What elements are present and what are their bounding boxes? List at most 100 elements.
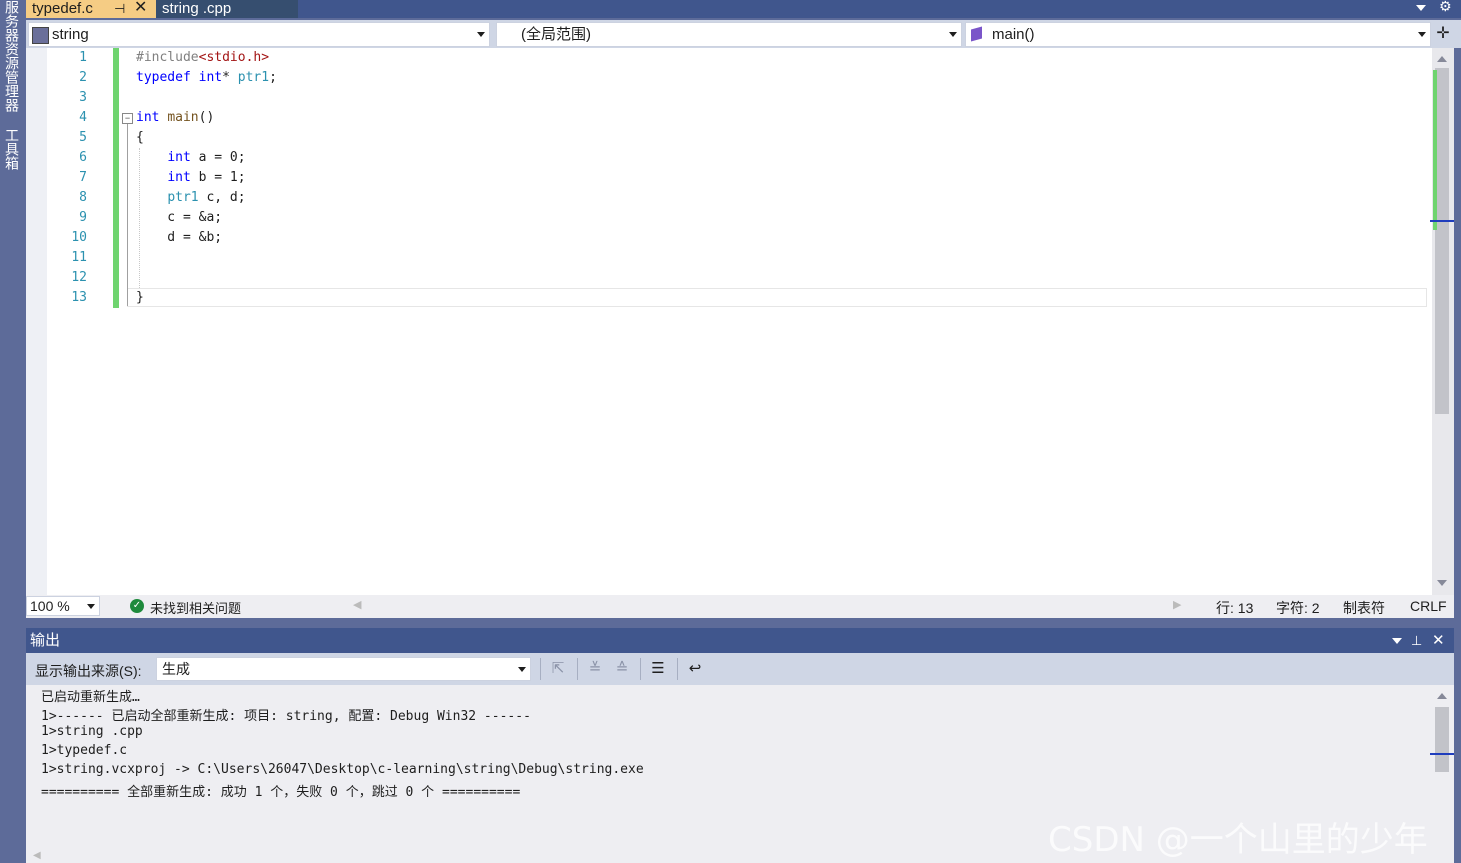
project-icon [32,27,49,44]
cube-icon [971,26,982,42]
scroll-up-arrow[interactable] [1437,693,1447,699]
code-token: int [167,150,199,165]
next-message-icon[interactable]: ≙ [612,659,632,679]
code-token: ptr1 [237,70,270,85]
scroll-left-arrow[interactable]: ◀ [33,850,41,861]
tabs-indicator[interactable]: 制表符 [1343,598,1385,618]
scroll-right-arrow[interactable]: ▶ [1173,598,1181,611]
project-dropdown[interactable]: string [28,22,490,47]
previous-message-icon[interactable]: ≚ [585,659,605,679]
output-source-dropdown[interactable]: 生成 [156,657,531,681]
scroll-up-arrow[interactable] [1437,56,1447,62]
code-token: typedef [136,70,199,85]
toolbar-separator [577,658,578,680]
outline-guide [127,124,128,306]
goto-location-icon[interactable]: ⇱ [548,659,568,679]
toolbar-separator [640,658,641,680]
chevron-down-icon [87,604,95,609]
clear-all-icon[interactable]: ☰ [648,659,668,679]
line-number: 11 [71,250,87,265]
member-dropdown[interactable]: main() [965,22,1431,47]
output-source-label: 显示输出来源(S): [35,663,142,679]
chevron-down-icon [949,32,957,37]
code-token: () [198,110,215,125]
chevron-down-icon [518,667,526,672]
line-number: 7 [79,170,87,185]
line-number: 4 [79,110,87,125]
scope-dropdown[interactable]: (全局范围) [496,22,962,47]
word-wrap-icon[interactable]: ↩ [685,659,705,679]
line-number: 13 [71,290,87,305]
eol-indicator[interactable]: CRLF [1410,598,1447,614]
left-tool-strip: 服务器资源管理器 工具箱 [0,0,26,863]
code-token: a = 0; [198,150,246,165]
code-editor[interactable] [26,48,1432,595]
panel-menu-icon[interactable] [1392,638,1402,644]
code-token: } [136,290,144,305]
code-token: int [167,170,199,185]
member-label: main() [992,26,1035,43]
code-line: int a = 0; [136,150,246,165]
watermark: CSDN @一个山里的少年 [1048,820,1428,860]
code-line: c = &a; [136,210,222,225]
tab-typedef-c[interactable]: typedef.c ⊣ ✕ [26,0,156,18]
gear-icon[interactable]: ⚙ [1439,0,1452,15]
scroll-left-arrow[interactable]: ◀ [353,598,361,611]
line-indicator[interactable]: 行: 13 [1216,598,1253,618]
line-number: 9 [79,210,87,225]
code-token: ; [269,70,277,85]
code-token: c = &a; [136,210,223,225]
split-window-icon[interactable]: ✛ [1434,22,1452,46]
output-title: 输出 [30,632,61,649]
output-line: 1>string .cpp [41,724,143,739]
editor-status-bar: 100 % ✓ 未找到相关问题 ◀ ▶ 行: 13 字符: 2 制表符 CRLF [26,595,1454,618]
code-token: b = 1; [198,170,246,185]
zoom-value: 100 % [30,598,70,614]
output-scrollbar-thumb[interactable] [1435,707,1449,772]
server-explorer-tab[interactable]: 服务器资源管理器 [2,0,22,112]
output-line: 1>string.vcxproj -> C:\Users\26047\Deskt… [41,762,644,777]
code-token: int [136,110,168,125]
issues-status[interactable]: 未找到相关问题 [150,598,241,617]
code-line: typedef int* ptr1; [136,70,277,85]
check-icon: ✓ [130,599,144,613]
scrollbar-thumb[interactable] [1435,68,1449,414]
pin-icon[interactable]: ⊥ [1411,628,1422,653]
toolbox-tab[interactable]: 工具箱 [2,128,22,170]
scrollbar-change-marker [1433,70,1437,230]
collapse-icon[interactable]: − [122,113,133,124]
output-toolbar: 显示输出来源(S): 生成 [26,653,1454,685]
code-line: } [136,290,144,305]
tab-overflow-icon[interactable] [1416,5,1426,11]
code-line: int b = 1; [136,170,246,185]
scroll-down-arrow[interactable] [1437,580,1447,586]
code-token: <stdio.h> [198,50,270,65]
output-source-value: 生成 [162,661,190,677]
tab-string-cpp[interactable]: string .cpp [156,0,298,18]
toolbar-separator [677,658,678,680]
code-token: c, d; [198,190,246,205]
line-number: 1 [79,50,87,65]
line-number: 5 [79,130,87,145]
chevron-down-icon [477,32,485,37]
line-number: 6 [79,150,87,165]
line-number: 10 [71,230,87,245]
output-line: 1>------ 已启动全部重新生成: 项目: string, 配置: Debu… [41,709,531,724]
code-line: ptr1 c, d; [136,190,246,205]
scrollbar-caret-marker [1430,220,1454,222]
tab-label: string .cpp [162,0,232,17]
close-icon[interactable]: ✕ [134,0,147,16]
pin-icon[interactable]: ⊣ [114,0,125,17]
char-indicator[interactable]: 字符: 2 [1276,598,1320,618]
code-token: #include [136,50,199,65]
chevron-down-icon [1418,32,1426,37]
output-line: 1>typedef.c [41,743,128,758]
code-token: main [167,110,199,125]
output-scroll-marker [1430,753,1454,755]
zoom-dropdown[interactable]: 100 % [26,596,100,616]
close-icon[interactable]: ✕ [1432,628,1445,653]
output-panel-title-bar: 输出 ⊥ ✕ [26,628,1454,653]
line-number: 8 [79,190,87,205]
